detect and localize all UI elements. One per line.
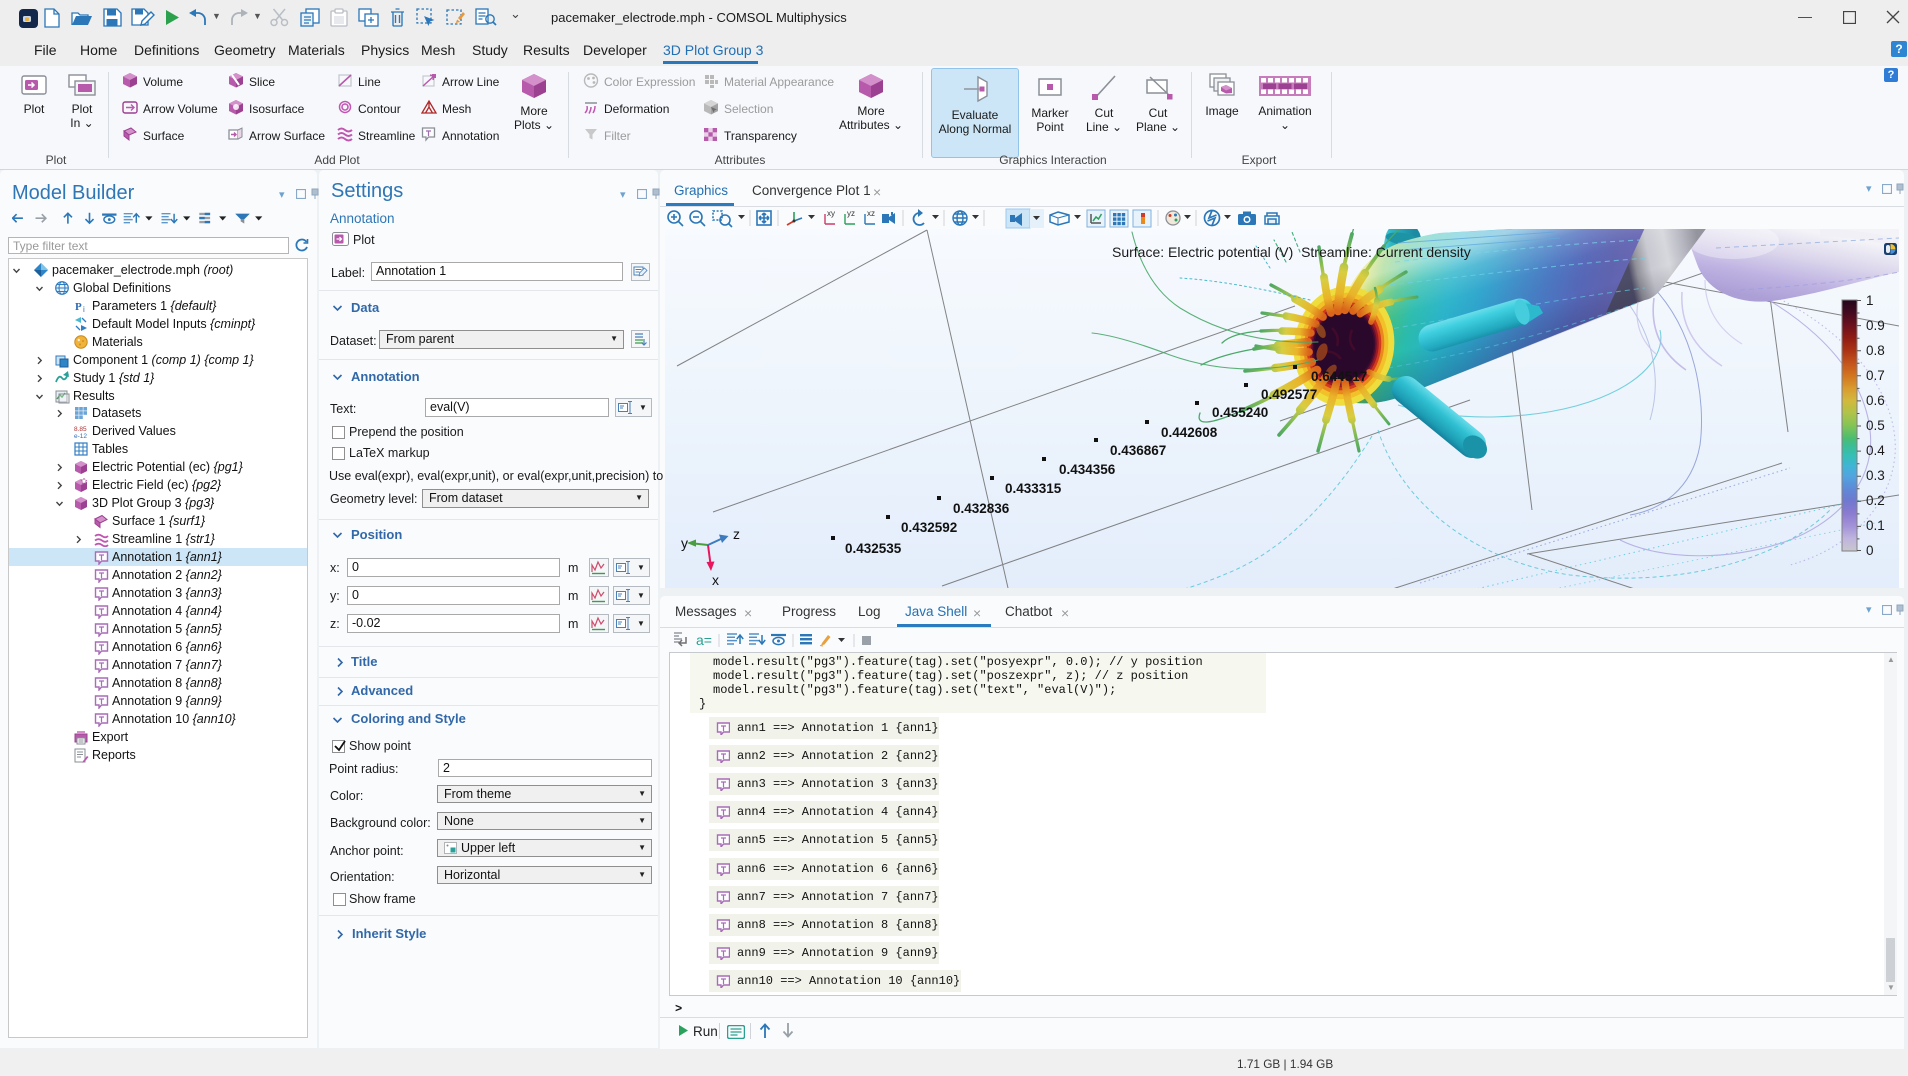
svg-text:0.492577: 0.492577: [1261, 387, 1317, 402]
svg-text:0.434356: 0.434356: [1059, 462, 1116, 477]
svg-text:0.8: 0.8: [1866, 343, 1885, 358]
svg-text:x: x: [712, 572, 719, 588]
svg-text:0.432592: 0.432592: [901, 520, 957, 535]
svg-text:xz: xz: [867, 209, 875, 218]
svg-text:0.9: 0.9: [1866, 318, 1885, 333]
svg-text:0.432535: 0.432535: [845, 541, 902, 556]
svg-text:1: 1: [1866, 293, 1874, 308]
svg-text:yz: yz: [847, 209, 855, 218]
svg-text:Surface: Electric potential (V: Surface: Electric potential (V) Streamli…: [1112, 244, 1471, 260]
svg-text:0: 0: [1866, 543, 1874, 558]
svg-text:z: z: [733, 526, 740, 542]
svg-text:0.6: 0.6: [1866, 393, 1885, 408]
svg-text:0.3: 0.3: [1866, 468, 1885, 483]
svg-text:0.433315: 0.433315: [1005, 481, 1062, 496]
svg-text:0.644517: 0.644517: [1311, 369, 1367, 384]
svg-text:0.2: 0.2: [1866, 493, 1885, 508]
svg-text:0.5: 0.5: [1866, 418, 1885, 433]
svg-text:a=: a=: [696, 632, 712, 648]
svg-text:0.7: 0.7: [1866, 368, 1885, 383]
svg-text:0.4: 0.4: [1866, 443, 1885, 458]
svg-text:xy: xy: [827, 209, 835, 218]
svg-text:0.432836: 0.432836: [953, 501, 1010, 516]
svg-text:0.436867: 0.436867: [1110, 443, 1166, 458]
svg-text:0.1: 0.1: [1866, 518, 1885, 533]
svg-text:0.455240: 0.455240: [1212, 405, 1268, 420]
svg-text:0.442608: 0.442608: [1161, 425, 1218, 440]
svg-text:y: y: [681, 535, 688, 551]
